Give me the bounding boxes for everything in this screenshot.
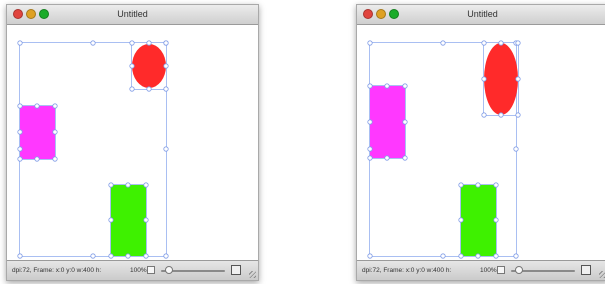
selection-handle[interactable]: [402, 83, 408, 89]
zoom-slider-knob[interactable]: [515, 266, 523, 274]
zoom-level: 100%: [480, 267, 497, 274]
title-bar[interactable]: Untitled: [357, 5, 605, 25]
selection-handle[interactable]: [367, 40, 373, 46]
canvas[interactable]: [357, 25, 605, 260]
selection-handle[interactable]: [52, 129, 58, 135]
selection-handle[interactable]: [493, 217, 499, 223]
selection-handle[interactable]: [384, 83, 390, 89]
selection-handle[interactable]: [515, 76, 521, 82]
selection-handle[interactable]: [143, 217, 149, 223]
selection-handle[interactable]: [34, 156, 40, 162]
selection-handle[interactable]: [493, 182, 499, 188]
selection-handle[interactable]: [52, 103, 58, 109]
selection-handle[interactable]: [34, 103, 40, 109]
zoom-out-icon[interactable]: [147, 266, 155, 274]
selection-handle[interactable]: [498, 40, 504, 46]
selection-handle[interactable]: [481, 112, 487, 118]
selection-handle[interactable]: [458, 253, 464, 259]
zoom-out-icon[interactable]: [497, 266, 505, 274]
selection-handle[interactable]: [367, 253, 373, 259]
selection-handle[interactable]: [163, 253, 169, 259]
selection-handle[interactable]: [458, 182, 464, 188]
zoom-in-icon[interactable]: [231, 265, 241, 275]
selection-handle[interactable]: [129, 63, 135, 69]
red-ellipse[interactable]: [484, 43, 518, 115]
selection-handle[interactable]: [108, 182, 114, 188]
selection-handle[interactable]: [513, 146, 519, 152]
selection-handle[interactable]: [481, 40, 487, 46]
selection-handle[interactable]: [108, 253, 114, 259]
selection-handle[interactable]: [146, 86, 152, 92]
document-window-right: Untitled dpi:72, Frame: x:0 y:0 w:400 h:…: [356, 4, 605, 281]
selection-handle[interactable]: [367, 119, 373, 125]
selection-handle[interactable]: [17, 40, 23, 46]
selection-handle[interactable]: [17, 156, 23, 162]
resize-grip-icon[interactable]: [249, 271, 256, 278]
selection-handle[interactable]: [125, 253, 131, 259]
green-rectangle[interactable]: [111, 185, 146, 256]
zoom-in-icon[interactable]: [581, 265, 591, 275]
selection-handle[interactable]: [52, 156, 58, 162]
canvas[interactable]: [7, 25, 258, 260]
selection-handle[interactable]: [440, 40, 446, 46]
canvas-area[interactable]: [7, 25, 258, 260]
selection-handle[interactable]: [515, 112, 521, 118]
selection-handle[interactable]: [498, 112, 504, 118]
selection-handle[interactable]: [146, 40, 152, 46]
selection-handle[interactable]: [129, 40, 135, 46]
selection-handle[interactable]: [125, 182, 131, 188]
red-ellipse[interactable]: [132, 44, 166, 88]
selection-handle[interactable]: [17, 129, 23, 135]
window-title: Untitled: [117, 9, 148, 19]
selection-handle[interactable]: [17, 253, 23, 259]
title-bar[interactable]: Untitled: [7, 5, 258, 25]
magenta-rectangle[interactable]: [370, 86, 405, 158]
selection-handle[interactable]: [129, 86, 135, 92]
selection-handle[interactable]: [163, 63, 169, 69]
resize-grip-icon[interactable]: [599, 271, 605, 278]
zoom-slider-knob[interactable]: [165, 266, 173, 274]
canvas-area[interactable]: [357, 25, 605, 260]
selection-handle[interactable]: [143, 253, 149, 259]
selection-handle[interactable]: [90, 40, 96, 46]
selection-handle[interactable]: [17, 103, 23, 109]
selection-handle[interactable]: [143, 182, 149, 188]
selection-handle[interactable]: [440, 253, 446, 259]
selection-handle[interactable]: [402, 155, 408, 161]
selection-handle[interactable]: [475, 182, 481, 188]
window-title: Untitled: [467, 9, 498, 19]
selection-handle[interactable]: [384, 155, 390, 161]
selection-handle[interactable]: [163, 146, 169, 152]
selection-handle[interactable]: [481, 76, 487, 82]
green-rectangle[interactable]: [461, 185, 496, 256]
status-bar: dpi:72, Frame: x:0 y:0 w:400 h: 100%: [7, 260, 258, 280]
selection-handle[interactable]: [513, 253, 519, 259]
status-bar: dpi:72, Frame: x:0 y:0 w:400 h: 100%: [357, 260, 605, 280]
selection-handle[interactable]: [163, 86, 169, 92]
document-window-left: Untitled dpi:72, Frame: x:0 y:0 w:400 h:…: [6, 4, 259, 281]
selection-handle[interactable]: [475, 253, 481, 259]
selection-handle[interactable]: [515, 40, 521, 46]
frame-info: dpi:72, Frame: x:0 y:0 w:400 h:: [362, 267, 452, 274]
selection-handle[interactable]: [458, 217, 464, 223]
magenta-rectangle[interactable]: [20, 106, 55, 159]
selection-handle[interactable]: [90, 253, 96, 259]
selection-handle[interactable]: [163, 40, 169, 46]
frame-info: dpi:72, Frame: x:0 y:0 w:400 h:: [12, 267, 102, 274]
selection-handle[interactable]: [493, 253, 499, 259]
selection-handle[interactable]: [402, 119, 408, 125]
selection-handle[interactable]: [108, 217, 114, 223]
selection-handle[interactable]: [367, 155, 373, 161]
selection-handle[interactable]: [367, 146, 373, 152]
zoom-level: 100%: [130, 267, 147, 274]
selection-handle[interactable]: [17, 146, 23, 152]
selection-handle[interactable]: [367, 83, 373, 89]
